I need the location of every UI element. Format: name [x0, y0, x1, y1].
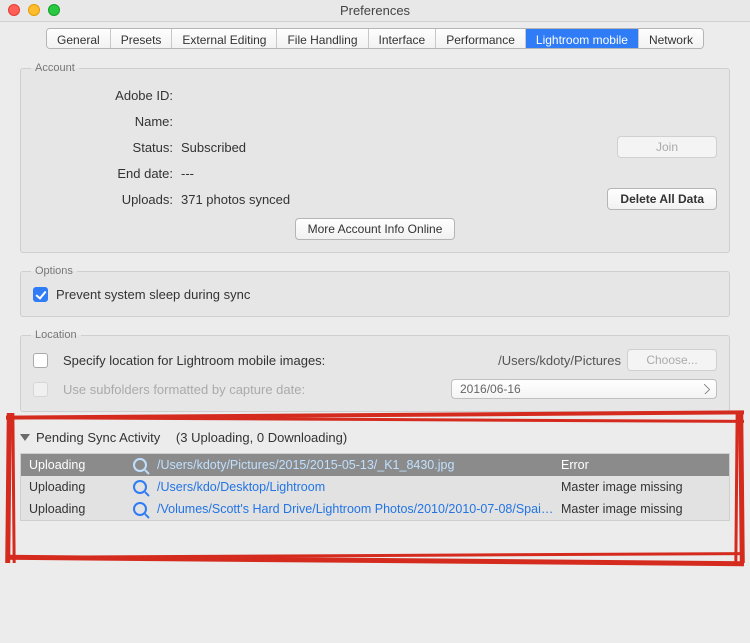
tab-bar: General Presets External Editing File Ha… — [0, 22, 750, 50]
more-account-info-button[interactable]: More Account Info Online — [295, 218, 456, 240]
content-area: Account Adobe ID: Name: Status: Subscrib… — [0, 50, 750, 643]
tab-network[interactable]: Network — [639, 29, 703, 48]
tab-external-editing[interactable]: External Editing — [172, 29, 277, 48]
reveal-in-finder-icon[interactable] — [133, 458, 147, 472]
sync-row[interactable]: Uploading /Users/kdoty/Pictures/2015/201… — [21, 454, 729, 476]
location-legend: Location — [31, 329, 81, 341]
account-group: Account Adobe ID: Name: Status: Subscrib… — [20, 62, 730, 253]
titlebar: Preferences — [0, 0, 750, 22]
pending-sync-block: Pending Sync Activity (3 Uploading, 0 Do… — [20, 424, 730, 521]
use-subfolders-checkbox[interactable] — [33, 382, 48, 397]
specify-location-label: Specify location for Lightroom mobile im… — [63, 353, 445, 368]
label-status: Status: — [33, 140, 173, 155]
reveal-in-finder-icon[interactable] — [133, 480, 147, 494]
tab-interface[interactable]: Interface — [369, 29, 437, 48]
pending-sync-list: Uploading /Users/kdoty/Pictures/2015/201… — [20, 453, 730, 521]
tab-file-handling[interactable]: File Handling — [277, 29, 368, 48]
label-name: Name: — [33, 114, 173, 129]
sync-row[interactable]: Uploading /Users/kdo/Desktop/Lightroom M… — [21, 476, 729, 498]
label-uploads: Uploads: — [33, 192, 173, 207]
sync-message: Error — [561, 458, 721, 472]
pending-sync-label: Pending Sync Activity — [36, 430, 160, 445]
location-path: /Users/kdoty/Pictures — [451, 353, 621, 368]
tab-general[interactable]: General — [47, 29, 111, 48]
sync-row[interactable]: Uploading /Volumes/Scott's Hard Drive/Li… — [21, 498, 729, 520]
value-uploads: 371 photos synced — [181, 192, 539, 207]
preferences-window: Preferences General Presets External Edi… — [0, 0, 750, 643]
sync-path[interactable]: /Users/kdoty/Pictures/2015/2015-05-13/_K… — [157, 458, 557, 472]
sync-path[interactable]: /Users/kdo/Desktop/Lightroom — [157, 480, 557, 494]
join-button[interactable]: Join — [617, 136, 717, 158]
zoom-icon[interactable] — [48, 4, 60, 16]
options-legend: Options — [31, 265, 77, 277]
sync-message: Master image missing — [561, 480, 721, 494]
pending-sync-counts: (3 Uploading, 0 Downloading) — [176, 430, 347, 445]
prevent-sleep-checkbox[interactable] — [33, 287, 48, 302]
options-group: Options Prevent system sleep during sync — [20, 265, 730, 317]
disclosure-triangle-icon — [20, 434, 30, 441]
pending-sync-disclosure[interactable]: Pending Sync Activity (3 Uploading, 0 Do… — [20, 424, 730, 453]
choose-location-button[interactable]: Choose... — [627, 349, 717, 371]
specify-location-checkbox[interactable] — [33, 353, 48, 368]
tab-performance[interactable]: Performance — [436, 29, 526, 48]
delete-all-data-button[interactable]: Delete All Data — [607, 188, 717, 210]
label-adobe-id: Adobe ID: — [33, 88, 173, 103]
value-status: Subscribed — [181, 140, 539, 155]
sync-path[interactable]: /Volumes/Scott's Hard Drive/Lightroom Ph… — [157, 502, 557, 516]
sync-status: Uploading — [29, 502, 129, 516]
window-controls — [8, 4, 60, 16]
account-legend: Account — [31, 62, 79, 74]
label-end-date: End date: — [33, 166, 173, 181]
use-subfolders-label: Use subfolders formatted by capture date… — [63, 382, 445, 397]
close-icon[interactable] — [8, 4, 20, 16]
minimize-icon[interactable] — [28, 4, 40, 16]
value-end-date: --- — [181, 166, 539, 181]
tabs: General Presets External Editing File Ha… — [46, 28, 704, 49]
tab-presets[interactable]: Presets — [111, 29, 173, 48]
prevent-sleep-label: Prevent system sleep during sync — [56, 287, 250, 302]
date-format-popup[interactable]: 2016/06-16 — [451, 379, 717, 399]
location-group: Location Specify location for Lightroom … — [20, 329, 730, 412]
tab-lightroom-mobile[interactable]: Lightroom mobile — [526, 29, 639, 48]
window-title: Preferences — [340, 3, 410, 18]
sync-status: Uploading — [29, 458, 129, 472]
reveal-in-finder-icon[interactable] — [133, 502, 147, 516]
sync-message: Master image missing — [561, 502, 721, 516]
sync-status: Uploading — [29, 480, 129, 494]
